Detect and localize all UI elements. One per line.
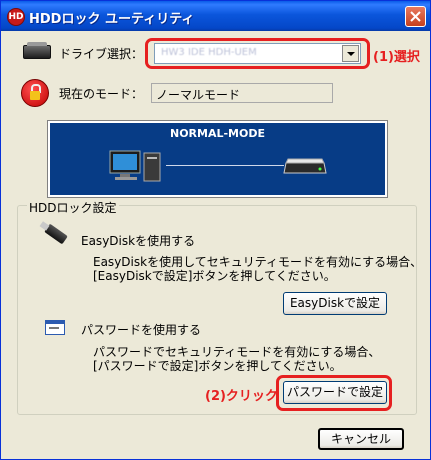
close-button[interactable] xyxy=(405,6,426,27)
group-legend: HDDロック設定 xyxy=(27,199,119,216)
app-icon: HD xyxy=(7,8,25,26)
lock-icon xyxy=(21,79,49,107)
password-heading: パスワードを使用する xyxy=(81,323,202,337)
mode-banner: NORMAL-MODE xyxy=(48,121,387,197)
banner-title: NORMAL-MODE xyxy=(169,127,265,140)
current-mode-label: 現在のモード： xyxy=(59,87,144,101)
current-mode-value: ノーマルモード xyxy=(156,88,241,102)
window-title: HDDロック ユーティリティ xyxy=(29,12,195,27)
select-annotation: (1)選択 xyxy=(373,50,420,65)
password-description-2: [パスワードで設定]ボタンを押してください。 xyxy=(93,359,342,373)
drive-select-label: ドライブ選択： xyxy=(59,47,144,61)
close-icon xyxy=(410,11,421,22)
password-button-highlight xyxy=(276,375,392,411)
select-highlight xyxy=(145,38,370,69)
drive-icon xyxy=(23,42,51,59)
current-mode-field: ノーマルモード xyxy=(151,83,333,103)
computer-icon xyxy=(109,150,161,182)
password-window-icon xyxy=(45,320,65,335)
hard-drive-icon xyxy=(283,158,327,174)
easydisk-description-2: [EasyDiskで設定]ボタンを押してください。 xyxy=(93,269,336,283)
title-bar[interactable]: HD HDDロック ユーティリティ xyxy=(1,1,430,31)
cancel-button[interactable]: キャンセル xyxy=(318,428,404,450)
connection-line xyxy=(166,165,284,166)
easydisk-heading: EasyDiskを使用する xyxy=(81,234,196,248)
dialog-window: HD HDDロック ユーティリティ ドライブ選択： HW3 IDE HDH-UE… xyxy=(0,0,431,460)
click-annotation: (2)クリック xyxy=(205,389,278,404)
easydisk-setup-button[interactable]: EasyDiskで設定 xyxy=(283,292,387,315)
